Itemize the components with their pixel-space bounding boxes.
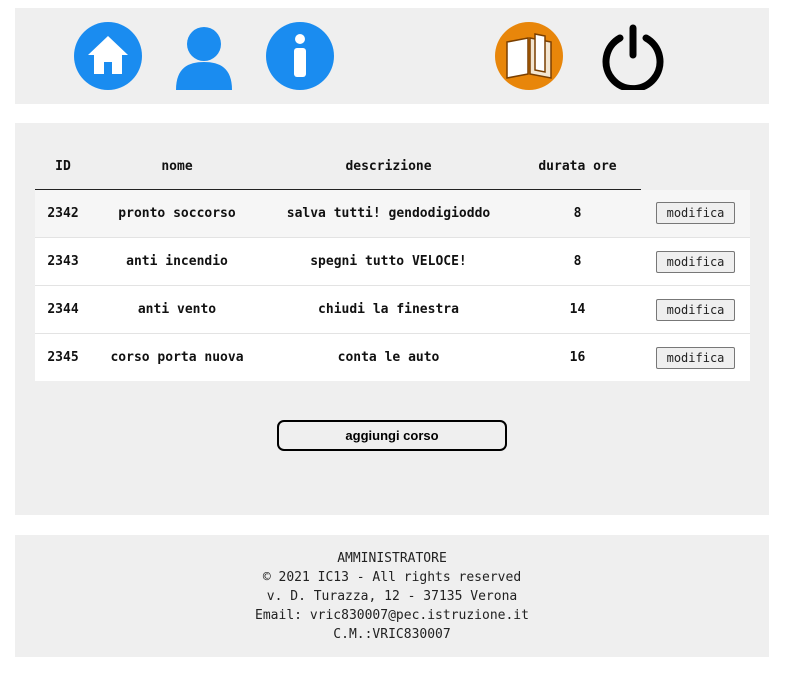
info-icon[interactable] bbox=[266, 22, 334, 90]
table-row: 2345 corso porta nuova conta le auto 16 … bbox=[35, 333, 750, 381]
add-course-button[interactable]: aggiungi corso bbox=[277, 420, 507, 451]
cell-descrizione: spegni tutto VELOCE! bbox=[263, 237, 514, 286]
footer-copyright: © 2021 IC13 - All rights reserved bbox=[262, 570, 522, 585]
courses-panel: ID nome descrizione durata ore 2342 pron… bbox=[15, 123, 769, 515]
cell-action: modifica bbox=[641, 237, 750, 286]
header-actions bbox=[641, 143, 750, 190]
book-icon[interactable] bbox=[495, 22, 563, 90]
cell-nome: pronto soccorso bbox=[91, 189, 263, 238]
footer: AMMINISTRATORE © 2021 IC13 - All rights … bbox=[15, 535, 769, 657]
courses-table: ID nome descrizione durata ore 2342 pron… bbox=[35, 143, 750, 381]
cell-id: 2345 bbox=[35, 333, 91, 381]
header-durata: durata ore bbox=[514, 143, 641, 190]
cell-durata: 8 bbox=[514, 237, 641, 286]
cell-descrizione: chiudi la finestra bbox=[263, 285, 514, 334]
header-id: ID bbox=[35, 143, 91, 190]
table-row: 2343 anti incendio spegni tutto VELOCE! … bbox=[35, 237, 750, 286]
cell-durata: 16 bbox=[514, 333, 641, 381]
footer-email: Email: vric830007@pec.istruzione.it bbox=[255, 608, 529, 623]
footer-address: v. D. Turazza, 12 - 37135 Verona bbox=[266, 589, 518, 604]
user-icon[interactable] bbox=[170, 22, 238, 90]
cell-descrizione: conta le auto bbox=[263, 333, 514, 381]
table-row: 2344 anti vento chiudi la finestra 14 mo… bbox=[35, 285, 750, 334]
power-icon[interactable] bbox=[599, 22, 667, 90]
footer-role: AMMINISTRATORE bbox=[337, 551, 447, 566]
cell-durata: 14 bbox=[514, 285, 641, 334]
top-navigation-bar bbox=[15, 8, 769, 104]
cell-action: modifica bbox=[641, 333, 750, 381]
footer-cm: C.M.:VRIC830007 bbox=[333, 627, 451, 642]
cell-id: 2343 bbox=[35, 237, 91, 286]
cell-descrizione: salva tutti! gendodigioddo bbox=[263, 189, 514, 238]
table-header-row: ID nome descrizione durata ore bbox=[35, 143, 750, 190]
cell-nome: corso porta nuova bbox=[91, 333, 263, 381]
modifica-button[interactable]: modifica bbox=[655, 250, 736, 273]
cell-action: modifica bbox=[641, 285, 750, 334]
cell-id: 2344 bbox=[35, 285, 91, 334]
modifica-button[interactable]: modifica bbox=[655, 202, 736, 225]
cell-durata: 8 bbox=[514, 189, 641, 238]
modifica-button[interactable]: modifica bbox=[655, 298, 736, 321]
header-descrizione: descrizione bbox=[263, 143, 514, 190]
modifica-button[interactable]: modifica bbox=[655, 346, 736, 369]
header-nome: nome bbox=[91, 143, 263, 190]
home-icon[interactable] bbox=[74, 22, 142, 90]
cell-action: modifica bbox=[641, 189, 750, 238]
cell-nome: anti vento bbox=[91, 285, 263, 334]
cell-id: 2342 bbox=[35, 189, 91, 238]
table-row: 2342 pronto soccorso salva tutti! gendod… bbox=[35, 189, 750, 238]
cell-nome: anti incendio bbox=[91, 237, 263, 286]
